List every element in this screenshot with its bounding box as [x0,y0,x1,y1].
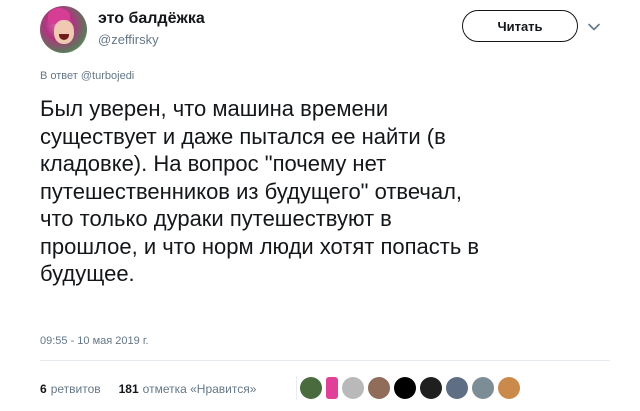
retweets-count[interactable]: 6 [40,382,47,396]
likers-list [300,377,520,399]
chevron-down-icon[interactable] [587,20,601,34]
liker-avatar[interactable] [300,377,322,399]
liker-avatar[interactable] [420,377,442,399]
liker-avatar[interactable] [394,377,416,399]
avatar-face [54,20,74,44]
liker-avatar[interactable] [498,377,520,399]
reply-mention-link[interactable]: @turbojedi [81,70,134,82]
likes-label[interactable]: отметка «Нравится» [143,382,257,396]
tweet-timestamp[interactable]: 09:55 - 10 мая 2019 г. [40,335,149,347]
liker-avatar[interactable] [326,377,338,399]
reply-context: В ответ @turbojedi [40,70,134,82]
likes-count[interactable]: 181 [119,382,139,396]
user-display-name[interactable]: это балдёжка [98,10,205,28]
user-handle[interactable]: @zeffirsky [98,32,159,47]
tweet-stats: 6 ретвитов 181 отметка «Нравится» [40,382,256,396]
liker-avatar[interactable] [446,377,468,399]
liker-avatar[interactable] [368,377,390,399]
follow-button[interactable]: Читать [462,10,578,42]
tweet-text: Был уверен, что машина времени существуе… [40,96,480,286]
retweets-label[interactable]: ретвитов [51,382,101,396]
reply-prefix: В ответ [40,70,78,82]
avatar[interactable] [40,6,87,53]
divider [40,360,610,361]
liker-avatar[interactable] [342,377,364,399]
liker-avatar[interactable] [472,377,494,399]
stats-separator [296,376,297,400]
